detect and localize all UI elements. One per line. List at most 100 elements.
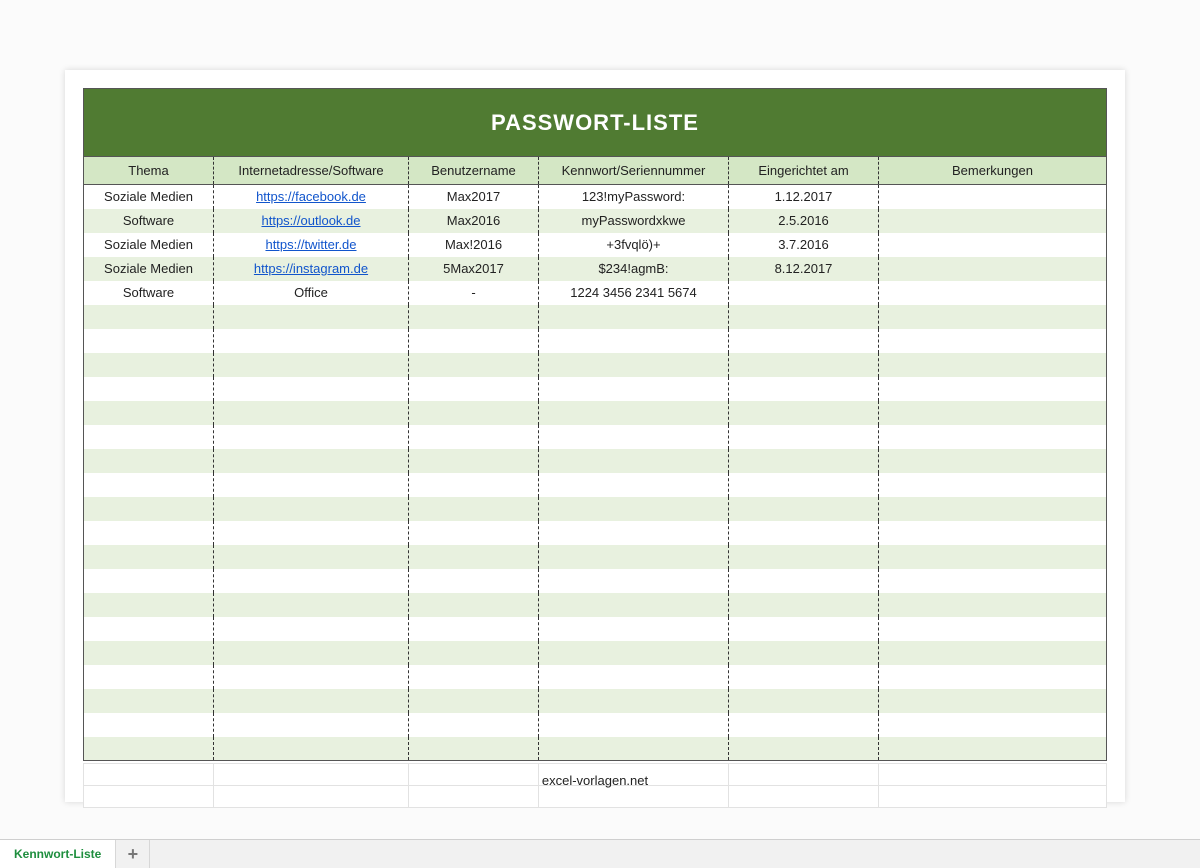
cell-thema: Soziale Medien	[84, 185, 214, 209]
cell-pw	[539, 449, 729, 473]
cell-remarks	[879, 473, 1107, 497]
cell-url: https://twitter.de	[214, 233, 409, 257]
cell-date	[729, 521, 879, 545]
cell-pw	[539, 353, 729, 377]
cell-date	[729, 305, 879, 329]
cell-thema: Software	[84, 209, 214, 233]
cell-pw: 1224 3456 2341 5674	[539, 281, 729, 305]
cell-pw	[539, 521, 729, 545]
cell-remarks	[879, 521, 1107, 545]
cell-remarks	[879, 425, 1107, 449]
cell-pw	[539, 305, 729, 329]
cell-thema	[84, 449, 214, 473]
cell-thema	[84, 353, 214, 377]
cell-remarks	[879, 545, 1107, 569]
cell-url	[214, 689, 409, 713]
cell-remarks	[879, 305, 1107, 329]
cell-user: 5Max2017	[409, 257, 539, 281]
cell-pw	[539, 689, 729, 713]
table-row	[84, 425, 1107, 449]
cell-remarks	[879, 281, 1107, 305]
cell-date	[729, 281, 879, 305]
cell-url: https://outlook.de	[214, 209, 409, 233]
cell-pw: myPasswordxkwe	[539, 209, 729, 233]
cell-thema	[84, 305, 214, 329]
url-link[interactable]: https://facebook.de	[256, 189, 366, 204]
cell-date	[729, 737, 879, 761]
cell-user	[409, 713, 539, 737]
cell-url	[214, 353, 409, 377]
table-row	[84, 521, 1107, 545]
sheet-tab-active[interactable]: Kennwort-Liste	[0, 840, 116, 868]
cell-user	[409, 593, 539, 617]
cell-user	[409, 737, 539, 761]
cell-remarks	[879, 185, 1107, 209]
url-link[interactable]: https://outlook.de	[261, 213, 360, 228]
cell-url	[214, 569, 409, 593]
cell-date	[729, 641, 879, 665]
col-header-remarks: Bemerkungen	[879, 157, 1107, 185]
cell-thema	[84, 425, 214, 449]
cell-remarks	[879, 713, 1107, 737]
cell-user: -	[409, 281, 539, 305]
cell-pw: +3fvqlö)+	[539, 233, 729, 257]
cell-date	[729, 689, 879, 713]
cell-thema: Soziale Medien	[84, 257, 214, 281]
table-row	[84, 641, 1107, 665]
cell-url	[214, 665, 409, 689]
col-header-thema: Thema	[84, 157, 214, 185]
table-row	[84, 401, 1107, 425]
table-title: PASSWORT-LISTE	[84, 89, 1107, 157]
url-link[interactable]: https://instagram.de	[254, 261, 368, 276]
document-page: PASSWORT-LISTE Thema Internetadresse/Sof…	[65, 70, 1125, 802]
cell-pw	[539, 569, 729, 593]
add-sheet-button[interactable]: +	[116, 840, 150, 868]
cell-thema	[84, 665, 214, 689]
table-row: Softwarehttps://outlook.deMax2016myPassw…	[84, 209, 1107, 233]
cell-url	[214, 521, 409, 545]
cell-remarks	[879, 449, 1107, 473]
cell-pw	[539, 545, 729, 569]
cell-date	[729, 425, 879, 449]
cell-remarks	[879, 401, 1107, 425]
table-row	[84, 737, 1107, 761]
cell-user	[409, 569, 539, 593]
cell-url: https://facebook.de	[214, 185, 409, 209]
cell-pw	[539, 617, 729, 641]
table-row	[84, 305, 1107, 329]
cell-thema	[84, 593, 214, 617]
col-header-user: Benutzername	[409, 157, 539, 185]
cell-pw	[539, 593, 729, 617]
cell-url	[214, 401, 409, 425]
cell-thema	[84, 497, 214, 521]
cell-url	[214, 593, 409, 617]
cell-remarks	[879, 641, 1107, 665]
cell-remarks	[879, 353, 1107, 377]
cell-pw	[539, 665, 729, 689]
sheet-tab-strip: Kennwort-Liste +	[0, 839, 1200, 868]
table-row	[84, 473, 1107, 497]
table-row	[84, 353, 1107, 377]
table-row: Soziale Medienhttps://twitter.deMax!2016…	[84, 233, 1107, 257]
cell-date	[729, 593, 879, 617]
cell-url	[214, 305, 409, 329]
plus-icon: +	[128, 844, 139, 865]
cell-thema	[84, 545, 214, 569]
cell-url	[214, 473, 409, 497]
table-row	[84, 713, 1107, 737]
cell-date	[729, 377, 879, 401]
cell-url: Office	[214, 281, 409, 305]
cell-user	[409, 401, 539, 425]
cell-remarks	[879, 665, 1107, 689]
col-header-pw: Kennwort/Seriennummer	[539, 157, 729, 185]
cell-user	[409, 545, 539, 569]
cell-thema	[84, 329, 214, 353]
cell-thema	[84, 617, 214, 641]
cell-remarks	[879, 569, 1107, 593]
cell-pw	[539, 329, 729, 353]
url-link[interactable]: https://twitter.de	[265, 237, 356, 252]
cell-thema: Soziale Medien	[84, 233, 214, 257]
cell-remarks	[879, 209, 1107, 233]
col-header-date: Eingerichtet am	[729, 157, 879, 185]
cell-date	[729, 353, 879, 377]
